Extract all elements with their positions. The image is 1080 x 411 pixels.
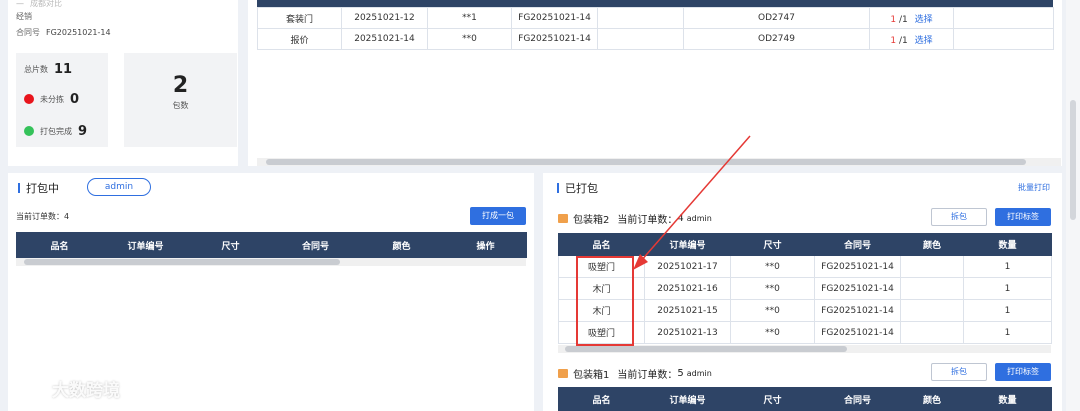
select-link[interactable]: 选择 [915,36,933,46]
table-row[interactable]: 套装门 20251021-12 **1 FG20251021-14 OD2747… [257,7,1054,29]
col-header[interactable]: 尺寸 [730,233,815,256]
col-header[interactable]: 订单编号 [644,387,731,411]
col-header[interactable]: 颜色 [900,387,964,411]
info-row-dealer: 经销 [16,12,32,21]
stat-unsorted: 未分拣 0 [16,83,108,115]
pack-count-label: 包数 [172,101,189,110]
col-header[interactable]: 尺寸 [730,387,815,411]
stat-total: 总片数 11 [16,53,108,85]
order-info-panel: — 成都对比 经销 合同号 FG20251021-14 总片数 11 未分拣 0 打包完… [8,0,238,166]
green-dot-icon [24,126,34,136]
col-header[interactable]: 操作 [444,232,527,258]
box1-print-button[interactable]: 打印标签 [995,363,1051,381]
box-icon [558,214,568,223]
pack-one-button[interactable]: 打成一包 [470,207,526,225]
box2-title: 包装箱2 当前订单数： 4 admin [558,211,712,226]
col-header[interactable]: 订单编号 [644,233,731,256]
top-table-scroll-thumb[interactable] [266,159,1026,165]
box2-print-button[interactable]: 打印标签 [995,208,1051,226]
select-link[interactable]: 选择 [915,15,933,25]
col-header[interactable]: 合同号 [272,232,359,258]
stat-packed: 打包完成 9 [16,115,108,147]
col-header[interactable]: 品名 [558,233,645,256]
packing-table: 品名 订单编号 尺寸 合同号 颜色 操作 [16,232,527,258]
col-header[interactable]: 数量 [963,387,1052,411]
packing-scroll-thumb[interactable] [24,259,340,265]
col-header[interactable]: 颜色 [358,232,445,258]
box1-table: 品名 订单编号 尺寸 合同号 颜色 数量 [558,387,1052,411]
watermark-logo-icon [10,378,44,400]
box1-unpack-button[interactable]: 拆包 [931,363,987,381]
pack-count-box: 2 包数 [124,53,237,147]
col-header[interactable]: 颜色 [900,233,964,256]
col-header[interactable]: 合同号 [814,233,901,256]
box1-title: 包装箱1 当前订单数： 5 admin [558,366,712,381]
page-scrollbar[interactable] [1066,0,1080,411]
col-header[interactable]: 品名 [558,387,645,411]
box2-scroll-thumb[interactable] [565,346,847,352]
watermark: 大数跨境 [10,376,120,401]
top-table-header [257,0,1053,7]
batch-print-link[interactable]: 批量打印 [1018,182,1050,193]
col-header[interactable]: 尺寸 [188,232,273,258]
box-icon [558,369,568,378]
col-header[interactable]: 品名 [16,232,103,258]
col-header[interactable]: 合同号 [814,387,901,411]
box2-unpack-button[interactable]: 拆包 [931,208,987,226]
info-row-contract: 合同号 FG20251021-14 [16,28,111,37]
col-header[interactable]: 订单编号 [102,232,189,258]
page-scroll-thumb[interactable] [1070,100,1076,220]
packed-title: 已打包 [557,180,598,196]
col-header[interactable]: 数量 [963,233,1052,256]
table-row[interactable]: 报价 20251021-14 **0 FG20251021-14 OD2749 … [257,28,1054,50]
packing-order-count: 当前订单数：4 [16,212,70,221]
info-row-customer: — 成都对比 [16,0,62,8]
pack-count-value: 2 [172,73,189,98]
packing-user-pill[interactable]: admin [87,178,151,196]
top-order-table-panel: 套装门 20251021-12 **1 FG20251021-14 OD2747… [248,0,1062,166]
top-order-table: 套装门 20251021-12 **1 FG20251021-14 OD2747… [257,7,1054,50]
red-dot-icon [24,94,34,104]
annotation-highlight-box [576,256,634,346]
packing-title: 打包中 [18,180,59,196]
